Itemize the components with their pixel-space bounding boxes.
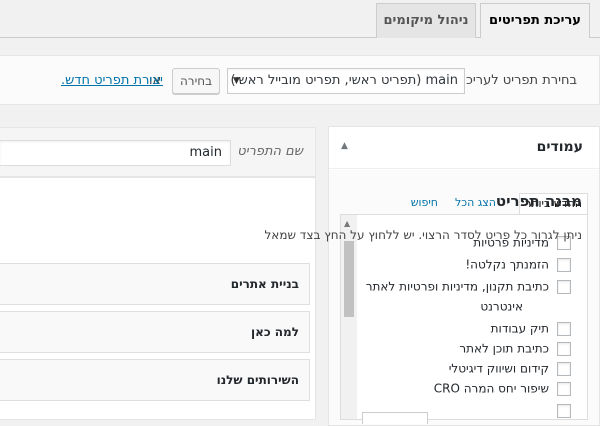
checkbox[interactable] bbox=[557, 279, 571, 294]
menu-item[interactable]: בניית אתרים bbox=[0, 263, 310, 305]
list-item[interactable]: קידום ושיווק דיגיטלי bbox=[449, 361, 571, 376]
menu-select-dropdown[interactable]: main (תפריט ראשי, תפריט מובייל ראשי) ▼ bbox=[227, 68, 465, 94]
menu-select-value: main (תפריט ראשי, תפריט מובייל ראשי) bbox=[230, 73, 458, 88]
checkbox[interactable] bbox=[557, 361, 571, 376]
menu-select-bar: בחירת תפריט לעריכה: main (תפריט ראשי, תפ… bbox=[0, 55, 600, 105]
pages-list: ▲ מדיניות פרטיות הזמנתך נקלטה! כתיבת תקנ… bbox=[340, 214, 588, 420]
list-item[interactable]: כתיבת תוכן לאתר bbox=[459, 341, 571, 356]
checkbox[interactable] bbox=[557, 403, 571, 418]
scrollbar-thumb[interactable] bbox=[344, 241, 354, 317]
tab-manage-locations[interactable]: ניהול מיקומים bbox=[376, 3, 476, 38]
menu-name-bar: שם התפריט main bbox=[0, 127, 316, 177]
chevron-down-icon: ▼ bbox=[233, 76, 240, 86]
select-button[interactable]: בחירה bbox=[172, 68, 220, 94]
checkbox[interactable] bbox=[557, 341, 571, 356]
list-item[interactable]: הזמנתך נקלטה! bbox=[465, 257, 571, 272]
menu-name-input[interactable]: main bbox=[0, 140, 231, 166]
add-to-menu-button-partial[interactable] bbox=[362, 412, 428, 424]
list-item[interactable]: כתיבת תקנון, מדיניות ופרטיות לאתר bbox=[366, 279, 571, 294]
pages-panel-header[interactable]: עמודים ▲ bbox=[329, 127, 599, 169]
collapse-arrow-icon[interactable]: ▲ bbox=[341, 141, 348, 151]
list-item[interactable] bbox=[549, 403, 571, 418]
menu-structure-hint: ניתן לגרור כל פריט לסדר הרצוי. יש ללחוץ … bbox=[264, 228, 582, 242]
tab-view-all[interactable]: הצג הכל bbox=[455, 193, 496, 215]
list-item[interactable]: שיפור יחס המרה CRO bbox=[434, 381, 571, 396]
menu-item[interactable]: השירותים שלנו bbox=[0, 359, 310, 401]
pages-panel-title: עמודים bbox=[536, 139, 583, 155]
select-menu-label: בחירת תפריט לעריכה: bbox=[453, 73, 577, 88]
tab-edit-menus[interactable]: עריכת תפריטים bbox=[480, 3, 590, 38]
menu-item[interactable]: למה כאן bbox=[0, 311, 310, 353]
menu-structure-title: מבנה תפריט bbox=[495, 192, 582, 210]
create-menu-link[interactable]: יצירת תפריט חדש. bbox=[61, 73, 163, 88]
scroll-up-icon[interactable]: ▲ bbox=[344, 219, 350, 228]
checkbox[interactable] bbox=[557, 257, 571, 272]
list-item[interactable]: תיק עבודות bbox=[491, 321, 571, 336]
menu-name-label: שם התפריט bbox=[237, 144, 303, 159]
list-item-wrap: אינטרנט bbox=[480, 299, 523, 314]
checkbox[interactable] bbox=[557, 381, 571, 396]
tab-search[interactable]: חיפוש bbox=[411, 193, 438, 215]
checkbox[interactable] bbox=[557, 321, 571, 336]
scrollbar[interactable]: ▲ bbox=[341, 215, 357, 419]
